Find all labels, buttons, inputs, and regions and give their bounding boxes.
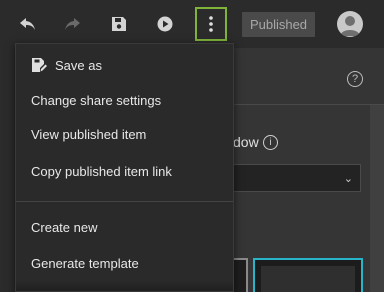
menu-item-view-published-item[interactable]: View published item bbox=[16, 119, 233, 149]
menu-item-label: Create new bbox=[31, 219, 98, 235]
save-button[interactable] bbox=[104, 9, 134, 39]
help-icon[interactable]: ? bbox=[347, 71, 363, 87]
panel-divider bbox=[218, 104, 384, 105]
undo-button[interactable] bbox=[13, 9, 43, 39]
menu-bottom-shade bbox=[16, 281, 233, 291]
menu-item-label: Copy published item link bbox=[31, 163, 172, 179]
redo-icon bbox=[63, 16, 81, 32]
more-options-button[interactable] bbox=[195, 7, 227, 41]
window-select[interactable]: ⌄ bbox=[233, 164, 361, 192]
menu-item-label: Change share settings bbox=[31, 92, 162, 108]
top-toolbar: Published bbox=[0, 0, 384, 48]
save-icon bbox=[111, 16, 127, 32]
redo-button[interactable] bbox=[57, 9, 87, 39]
menu-item-create-new[interactable]: Create new bbox=[16, 212, 233, 242]
menu-divider bbox=[16, 201, 233, 202]
menu-item-copy-published-item-link[interactable]: Copy published item link bbox=[16, 156, 233, 186]
menu-item-label: Generate template bbox=[31, 255, 139, 271]
menu-item-change-share-settings[interactable]: Change share settings bbox=[16, 85, 233, 115]
window-setting-label: dow bbox=[233, 134, 259, 150]
panel-scrollbar[interactable] bbox=[370, 105, 384, 292]
menu-item-label: View published item bbox=[31, 126, 147, 142]
more-options-menu: Save as Change share settings View publi… bbox=[15, 43, 234, 292]
menu-item-generate-template[interactable]: Generate template bbox=[16, 248, 233, 278]
chevron-down-icon: ⌄ bbox=[343, 173, 353, 185]
user-avatar-icon[interactable] bbox=[337, 11, 363, 37]
layout-thumbnail-selected[interactable] bbox=[253, 258, 363, 292]
play-icon bbox=[157, 16, 173, 32]
preview-button[interactable] bbox=[150, 9, 180, 39]
save-as-icon bbox=[31, 57, 47, 73]
published-status-button[interactable]: Published bbox=[242, 12, 315, 37]
menu-item-label: Save as bbox=[55, 57, 102, 73]
menu-item-save-as[interactable]: Save as bbox=[16, 50, 233, 80]
info-icon[interactable]: i bbox=[263, 135, 278, 150]
undo-icon bbox=[19, 16, 37, 32]
more-vertical-icon bbox=[208, 15, 214, 33]
